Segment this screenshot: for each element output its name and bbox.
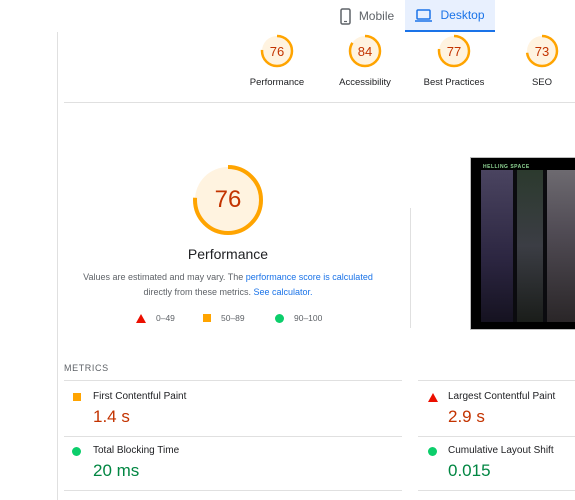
score-value-best-practices: 77 bbox=[446, 43, 462, 59]
metric-value-tbt: 20 ms bbox=[93, 461, 140, 480]
tab-desktop-label: Desktop bbox=[440, 8, 485, 22]
gauge-screenshot-separator bbox=[410, 208, 411, 328]
score-gauge-seo[interactable]: 73 bbox=[524, 33, 560, 69]
left-divider bbox=[57, 32, 58, 500]
metric-value-fcp: 1.4 s bbox=[93, 407, 130, 426]
score-value-accessibility: 84 bbox=[357, 43, 373, 59]
metric-label-cls: Cumulative Layout Shift bbox=[448, 445, 554, 456]
tab-mobile[interactable]: Mobile bbox=[330, 0, 404, 32]
metric-label-lcp: Largest Contentful Paint bbox=[448, 391, 556, 402]
pass-circle-icon bbox=[275, 313, 284, 323]
fail-triangle-icon bbox=[428, 393, 438, 402]
metrics-divider-right bbox=[418, 380, 575, 381]
metrics-bottom-divider-right bbox=[418, 490, 575, 491]
performance-description: Values are estimated and may vary. The p… bbox=[70, 270, 386, 300]
see-calculator-link[interactable]: See calculator. bbox=[253, 287, 312, 297]
description-text-2: directly from these metrics. bbox=[143, 287, 254, 297]
score-label-accessibility: Accessibility bbox=[339, 77, 391, 88]
performance-main-score: 76 bbox=[214, 186, 242, 213]
score-gauge-accessibility[interactable]: 84 bbox=[347, 33, 383, 69]
legend-average-label: 50–89 bbox=[221, 313, 245, 323]
metrics-bottom-divider-left bbox=[64, 490, 402, 491]
score-calculated-link[interactable]: performance score is calculated bbox=[246, 272, 373, 282]
legend-average: 50–89 bbox=[203, 313, 245, 323]
summary-divider bbox=[64, 102, 575, 103]
performance-title: Performance bbox=[187, 246, 269, 262]
score-label-performance: Performance bbox=[249, 77, 305, 88]
metrics-row-divider-right bbox=[418, 436, 575, 437]
performance-main-gauge: 76 bbox=[191, 163, 265, 237]
metric-value-cls: 0.015 bbox=[448, 461, 491, 480]
legend-fail-label: 0–49 bbox=[156, 313, 175, 323]
pass-circle-icon bbox=[72, 447, 81, 456]
average-square-icon bbox=[73, 393, 81, 401]
pass-circle-icon bbox=[428, 447, 437, 456]
description-text-1: Values are estimated and may vary. The bbox=[83, 272, 246, 282]
score-label-seo: SEO bbox=[531, 77, 553, 88]
score-gauge-best-practices[interactable]: 77 bbox=[436, 33, 472, 69]
legend-pass: 90–100 bbox=[275, 313, 322, 323]
tab-desktop[interactable]: Desktop bbox=[405, 0, 495, 32]
metrics-row-divider-left bbox=[64, 436, 402, 437]
metric-label-fcp: First Contentful Paint bbox=[93, 391, 187, 402]
phone-icon bbox=[340, 7, 351, 25]
thumbnail-panel-3 bbox=[547, 170, 575, 322]
legend-pass-label: 90–100 bbox=[294, 313, 323, 323]
score-gauge-performance[interactable]: 76 bbox=[259, 33, 295, 69]
score-value-performance: 76 bbox=[269, 43, 285, 59]
fail-triangle-icon bbox=[136, 313, 146, 323]
metrics-heading: METRICS bbox=[64, 363, 109, 373]
thumbnail-panel-1 bbox=[481, 170, 513, 322]
metrics-divider-left bbox=[64, 380, 402, 381]
laptop-icon bbox=[415, 8, 433, 22]
score-label-best-practices: Best Practices bbox=[423, 77, 485, 88]
metric-value-lcp: 2.9 s bbox=[448, 407, 485, 426]
thumbnail-panel-2 bbox=[517, 170, 543, 322]
average-square-icon bbox=[203, 314, 211, 322]
metric-label-tbt: Total Blocking Time bbox=[93, 445, 180, 456]
tab-mobile-label: Mobile bbox=[358, 9, 395, 23]
legend-fail: 0–49 bbox=[136, 313, 175, 323]
page-screenshot-thumbnail[interactable]: HELLING SPACE bbox=[470, 157, 575, 330]
score-value-seo: 73 bbox=[534, 43, 550, 59]
